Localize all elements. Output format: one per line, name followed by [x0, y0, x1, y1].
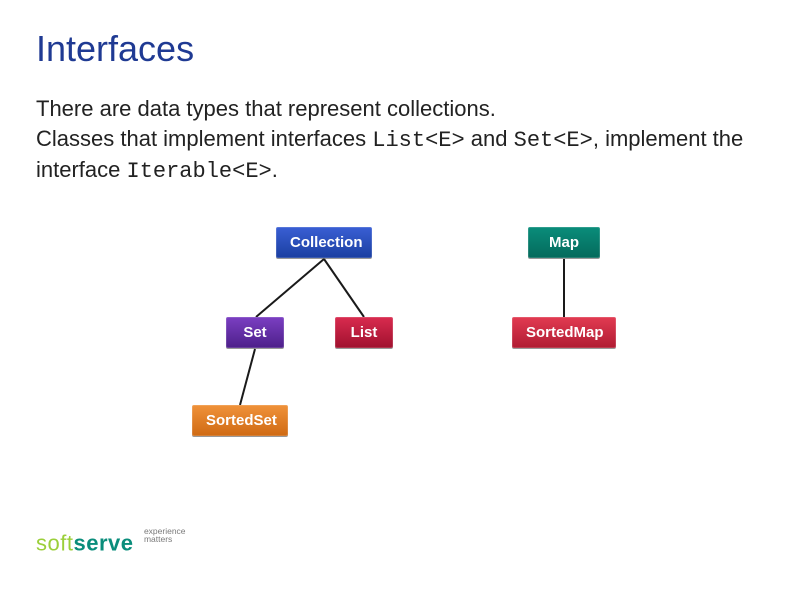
- footer-logo: softserve experience matters: [36, 527, 186, 557]
- paragraph-1: There are data types that represent coll…: [36, 94, 764, 124]
- hierarchy-diagram: Collection Map Set List SortedMap Sorted…: [120, 227, 680, 457]
- logo-tagline: experience matters: [144, 527, 186, 544]
- node-list: List: [335, 317, 393, 348]
- node-sortedset: SortedSet: [192, 405, 288, 436]
- tagline-line-2: matters: [144, 535, 186, 544]
- logo-word-serve: serve: [73, 530, 133, 555]
- page-title: Interfaces: [36, 28, 764, 70]
- slide: Interfaces There are data types that rep…: [0, 0, 800, 600]
- code-iterable-e: Iterable<E>: [127, 159, 272, 184]
- node-set: Set: [226, 317, 284, 348]
- logo-word-soft: soft: [36, 530, 73, 555]
- text-run: and: [465, 126, 514, 151]
- body-text: There are data types that represent coll…: [36, 94, 764, 187]
- paragraph-2: Classes that implement interfaces List<E…: [36, 124, 764, 187]
- edge-collection-list: [324, 259, 364, 317]
- node-map: Map: [528, 227, 600, 258]
- code-set-e: Set<E>: [514, 128, 593, 153]
- node-sortedmap: SortedMap: [512, 317, 616, 348]
- edge-set-sortedset: [240, 349, 255, 405]
- text-run: .: [272, 157, 278, 182]
- text-run: Classes that implement interfaces: [36, 126, 372, 151]
- code-list-e: List<E>: [372, 128, 464, 153]
- edge-collection-set: [256, 259, 324, 317]
- node-collection: Collection: [276, 227, 372, 258]
